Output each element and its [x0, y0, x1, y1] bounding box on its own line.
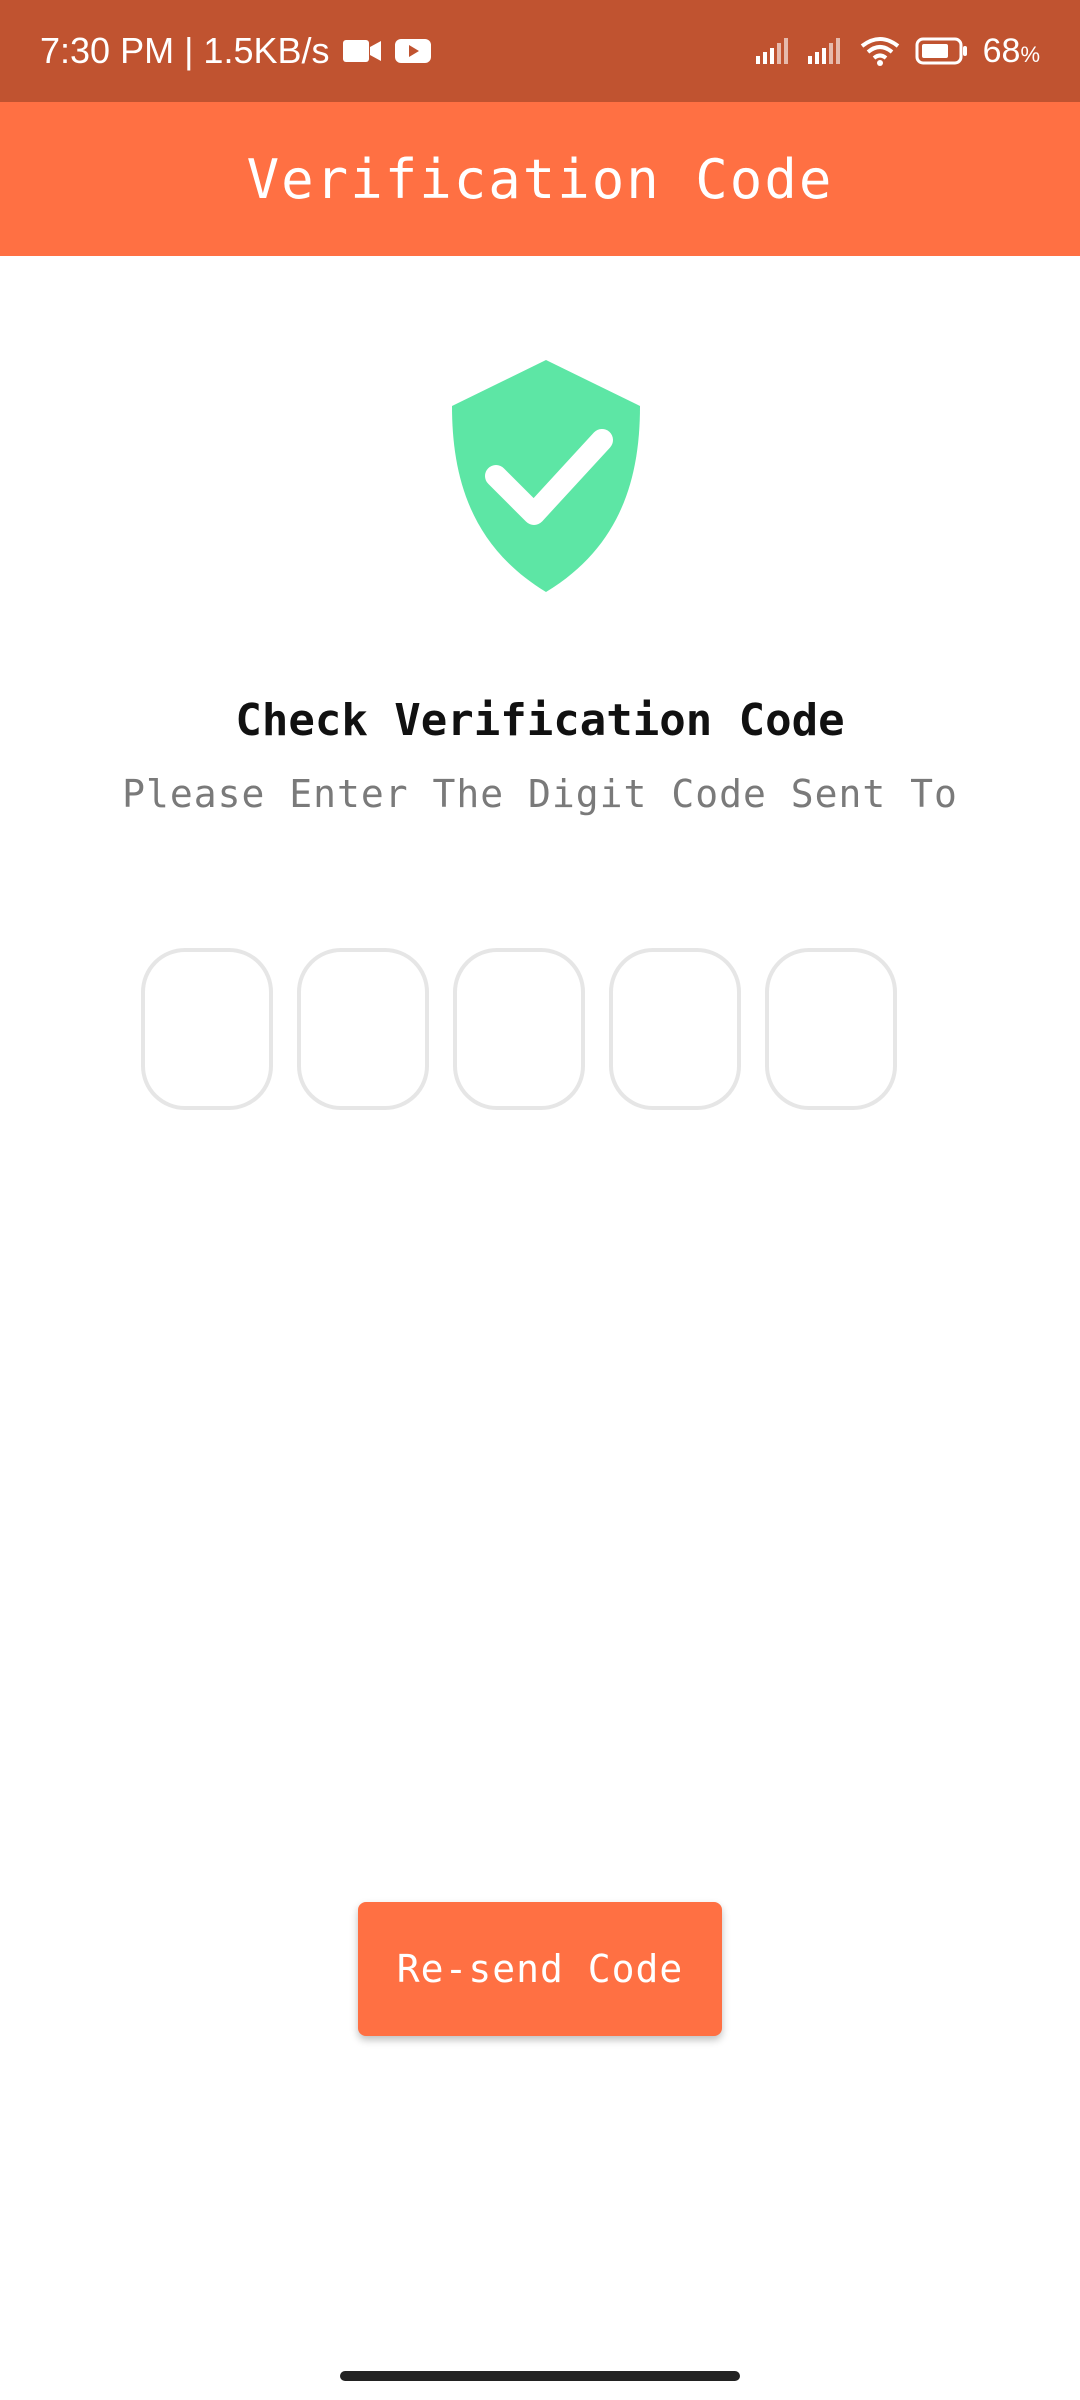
shield-check-icon: [452, 360, 640, 592]
battery-icon: [915, 36, 969, 66]
status-right: 68%: [755, 0, 1040, 102]
page-title: Verification Code: [246, 147, 834, 211]
otp-digit-3[interactable]: [453, 948, 585, 1110]
otp-input-row: [141, 948, 897, 1110]
verification-subheading: Please Enter The Digit Code Sent To: [122, 772, 958, 816]
resend-code-button[interactable]: Re-send Code: [358, 1902, 722, 2036]
youtube-icon: [394, 36, 432, 66]
battery-percentage: 68%: [982, 31, 1040, 70]
signal-icon: [755, 36, 793, 66]
signal-icon: [807, 36, 845, 66]
otp-digit-5[interactable]: [765, 948, 897, 1110]
otp-digit-4[interactable]: [609, 948, 741, 1110]
status-bar: 7:30 PM | 1.5KB/s 68%: [0, 0, 1080, 102]
otp-digit-2[interactable]: [297, 948, 429, 1110]
status-time-speed: 7:30 PM | 1.5KB/s: [40, 30, 330, 71]
status-left: 7:30 PM | 1.5KB/s: [40, 0, 432, 102]
home-indicator[interactable]: [340, 2371, 740, 2381]
wifi-icon: [859, 35, 901, 67]
app-bar: Verification Code: [0, 102, 1080, 256]
video-camera-icon: [342, 36, 382, 66]
otp-digit-1[interactable]: [141, 948, 273, 1110]
verification-heading: Check Verification Code: [235, 695, 845, 746]
